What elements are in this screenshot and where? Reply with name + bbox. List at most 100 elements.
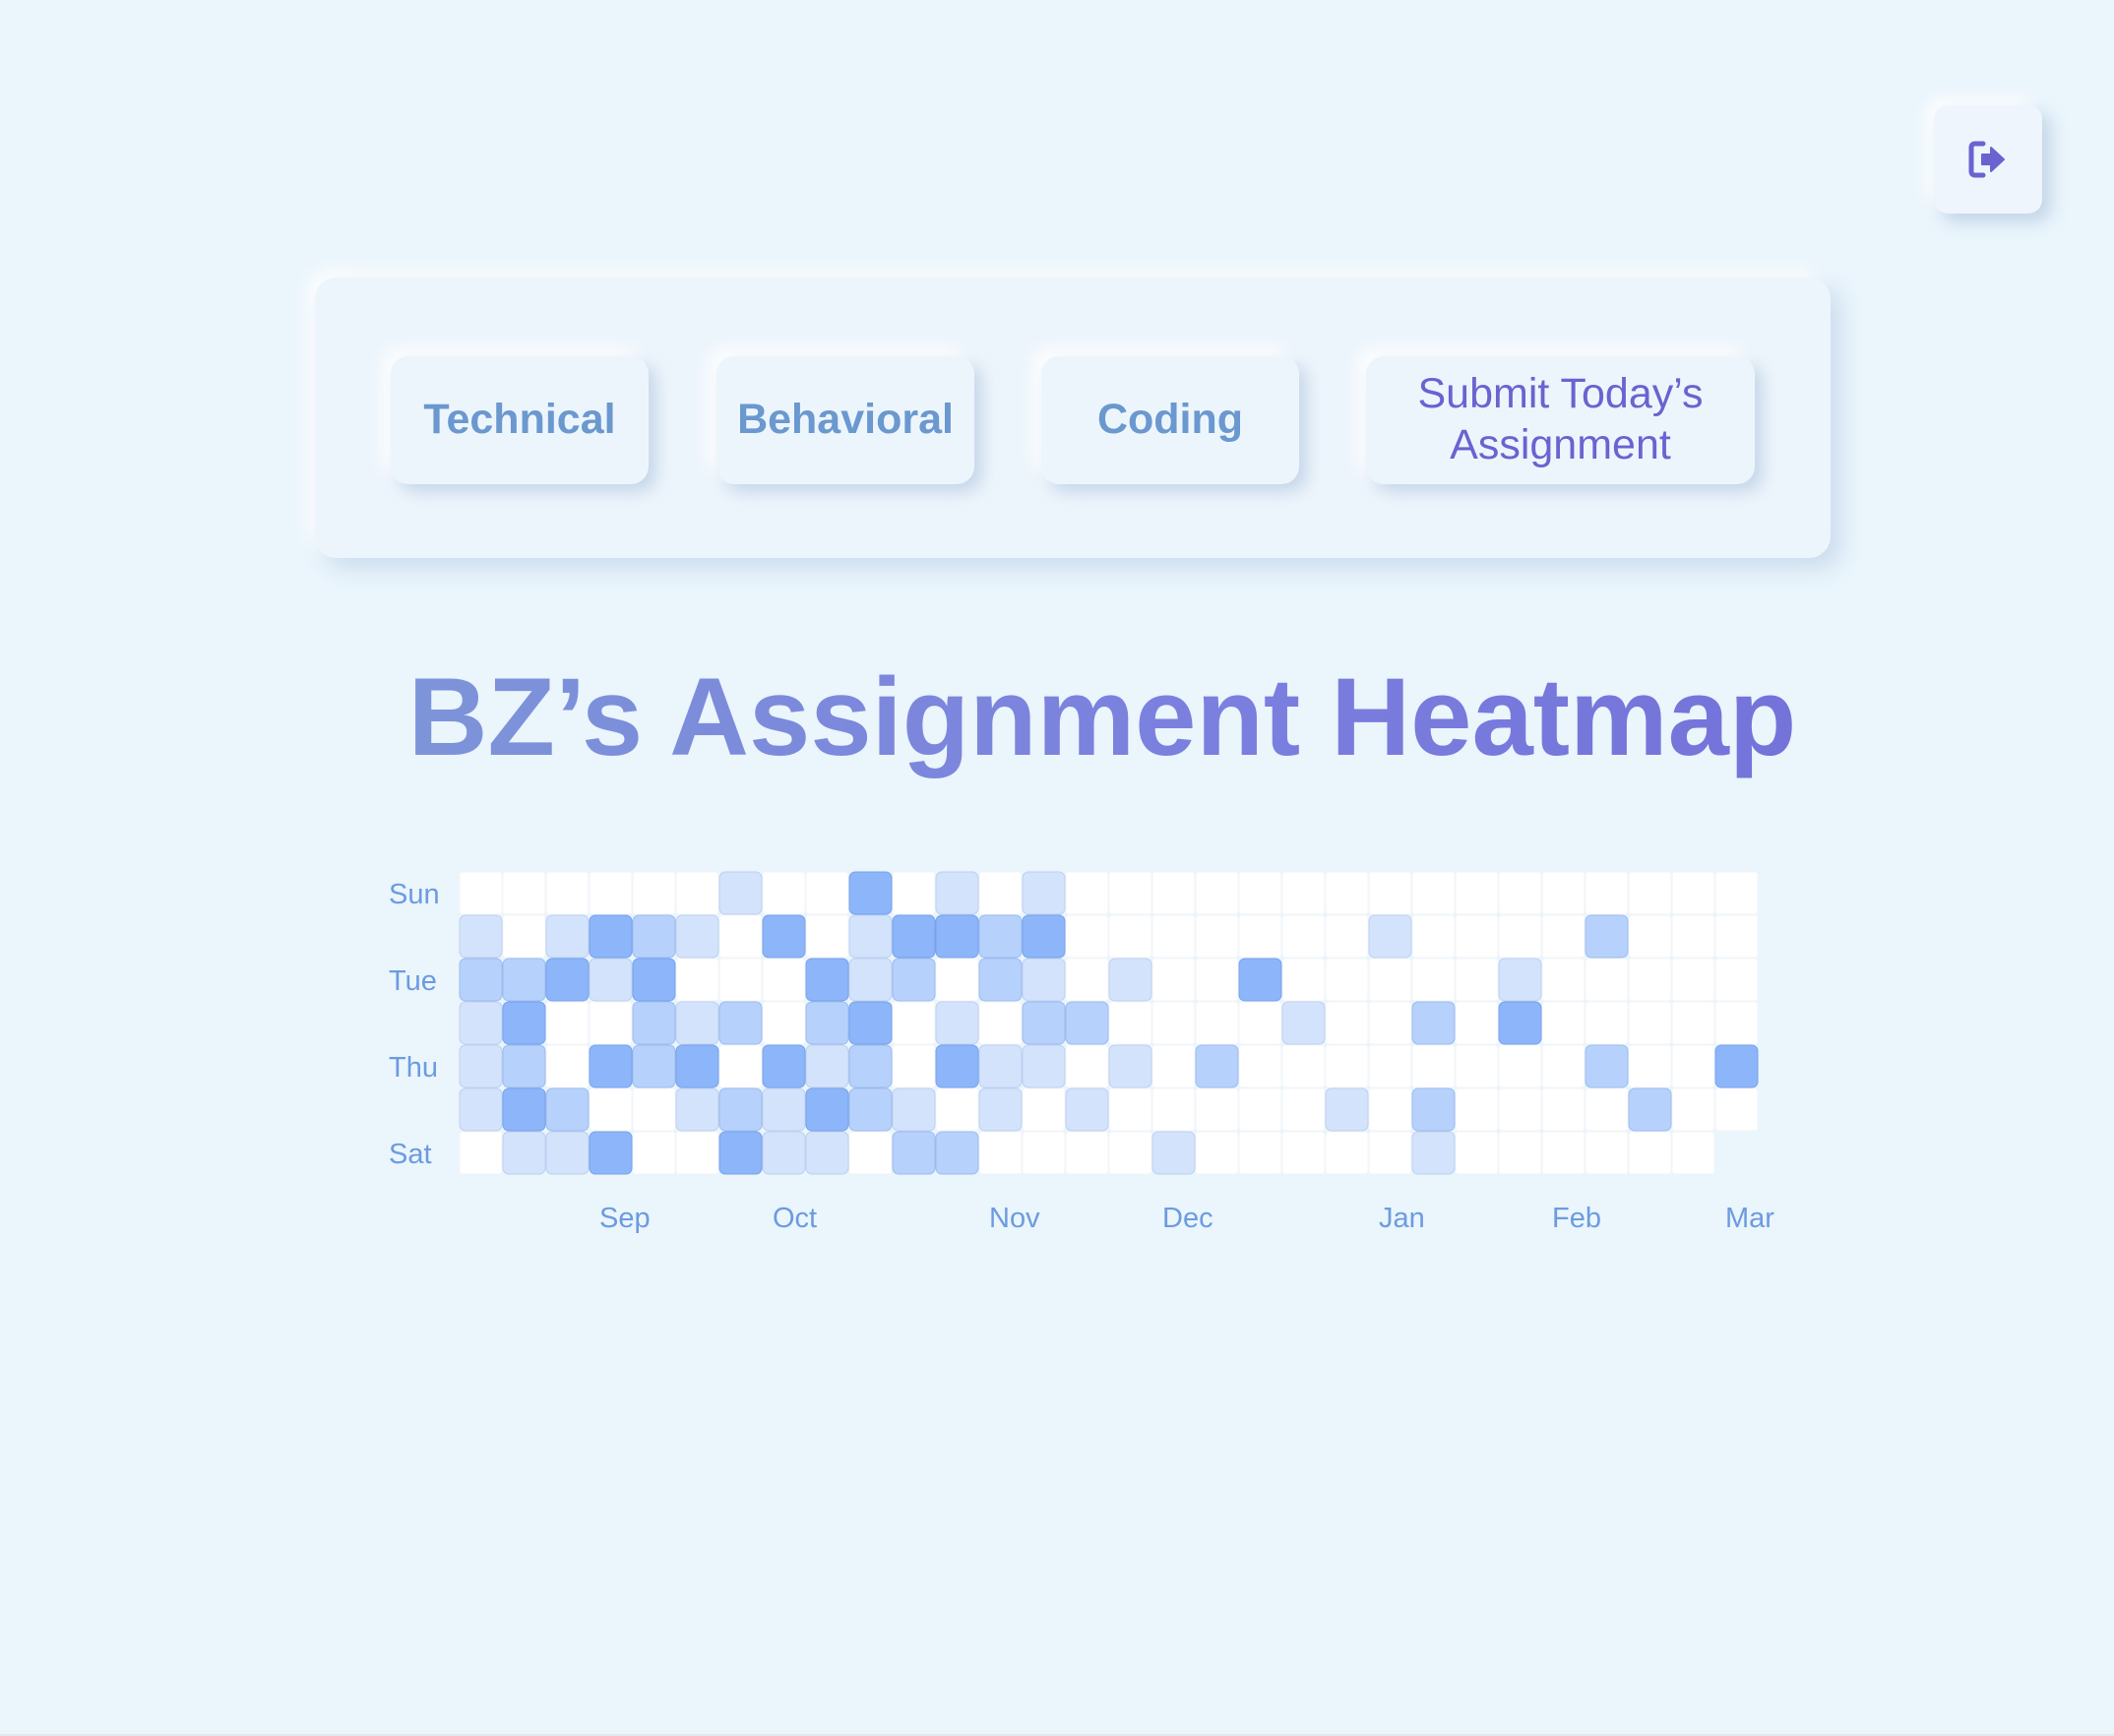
heatmap-cell[interactable] <box>1368 958 1412 1002</box>
heatmap-cell[interactable] <box>1281 1001 1326 1045</box>
heatmap-cell[interactable] <box>1455 1001 1499 1045</box>
heatmap-cell[interactable] <box>1108 1131 1152 1175</box>
heatmap-cell[interactable] <box>1065 914 1109 959</box>
heatmap-cell[interactable] <box>1108 958 1152 1002</box>
heatmap-cell[interactable] <box>1671 871 1715 915</box>
heatmap-cell[interactable] <box>1411 958 1456 1002</box>
heatmap-cell[interactable] <box>632 914 676 959</box>
heatmap-cell[interactable] <box>1151 871 1196 915</box>
heatmap-cell[interactable] <box>1325 1087 1369 1132</box>
heatmap-cell[interactable] <box>1541 1087 1586 1132</box>
heatmap-cell[interactable] <box>1541 871 1586 915</box>
heatmap-cell[interactable] <box>848 914 893 959</box>
heatmap-cell[interactable] <box>1195 1044 1239 1088</box>
heatmap-cell[interactable] <box>848 1044 893 1088</box>
heatmap-cell[interactable] <box>1671 1044 1715 1088</box>
heatmap-cell[interactable] <box>502 871 546 915</box>
heatmap-cell[interactable] <box>762 1087 806 1132</box>
heatmap-cell[interactable] <box>675 1131 719 1175</box>
heatmap-cell[interactable] <box>1368 1001 1412 1045</box>
heatmap-cell[interactable] <box>1455 871 1499 915</box>
heatmap-cell[interactable] <box>502 914 546 959</box>
heatmap-cell[interactable] <box>459 871 503 915</box>
heatmap-cell[interactable] <box>1455 1087 1499 1132</box>
heatmap-cell[interactable] <box>1368 871 1412 915</box>
heatmap-cell[interactable] <box>1022 1087 1066 1132</box>
heatmap-cell[interactable] <box>978 914 1023 959</box>
heatmap-cell[interactable] <box>805 871 849 915</box>
heatmap-cell[interactable] <box>1455 1044 1499 1088</box>
heatmap-cell[interactable] <box>1628 871 1672 915</box>
heatmap-cell[interactable] <box>1628 958 1672 1002</box>
heatmap-cell[interactable] <box>675 871 719 915</box>
heatmap-cell[interactable] <box>935 1131 979 1175</box>
heatmap-cell[interactable] <box>1195 1001 1239 1045</box>
heatmap-cell[interactable] <box>1714 1087 1759 1132</box>
heatmap-cell[interactable] <box>545 871 590 915</box>
heatmap-cell[interactable] <box>978 1044 1023 1088</box>
heatmap-cell[interactable] <box>1541 1044 1586 1088</box>
heatmap-cell[interactable] <box>632 958 676 1002</box>
heatmap-cell[interactable] <box>632 1001 676 1045</box>
heatmap-cell[interactable] <box>502 958 546 1002</box>
heatmap-cell[interactable] <box>1281 871 1326 915</box>
heatmap-cell[interactable] <box>632 1131 676 1175</box>
heatmap-cell[interactable] <box>978 1087 1023 1132</box>
heatmap-cell[interactable] <box>1455 1131 1499 1175</box>
heatmap-cell[interactable] <box>848 1131 893 1175</box>
heatmap-cell[interactable] <box>848 958 893 1002</box>
heatmap-cell[interactable] <box>1325 1001 1369 1045</box>
heatmap-cell[interactable] <box>502 1131 546 1175</box>
heatmap-cell[interactable] <box>1628 914 1672 959</box>
heatmap-cell[interactable] <box>892 958 936 1002</box>
heatmap-cell[interactable] <box>1325 871 1369 915</box>
heatmap-cell[interactable] <box>675 1044 719 1088</box>
heatmap-cell[interactable] <box>1411 871 1456 915</box>
heatmap-cell[interactable] <box>892 871 936 915</box>
heatmap-cell[interactable] <box>1281 1044 1326 1088</box>
heatmap-cell[interactable] <box>1498 1131 1542 1175</box>
heatmap-cell[interactable] <box>1714 1044 1759 1088</box>
heatmap-cell[interactable] <box>1022 1001 1066 1045</box>
heatmap-cell[interactable] <box>459 958 503 1002</box>
heatmap-cell[interactable] <box>1671 958 1715 1002</box>
heatmap-cell[interactable] <box>1238 914 1282 959</box>
heatmap-cell[interactable] <box>1714 958 1759 1002</box>
heatmap-cell[interactable] <box>935 1087 979 1132</box>
heatmap-cell[interactable] <box>545 1044 590 1088</box>
heatmap-cell[interactable] <box>978 1001 1023 1045</box>
heatmap-cell[interactable] <box>1585 914 1629 959</box>
heatmap-cell[interactable] <box>589 914 633 959</box>
heatmap-cell[interactable] <box>1628 1131 1672 1175</box>
heatmap-cell[interactable] <box>1151 1044 1196 1088</box>
heatmap-cell[interactable] <box>1411 914 1456 959</box>
heatmap-cell[interactable] <box>545 958 590 1002</box>
heatmap-cell[interactable] <box>675 1001 719 1045</box>
heatmap-cell[interactable] <box>1628 1044 1672 1088</box>
heatmap-cell[interactable] <box>1411 1087 1456 1132</box>
heatmap-cell[interactable] <box>892 1001 936 1045</box>
heatmap-cell[interactable] <box>1541 1001 1586 1045</box>
heatmap-cell[interactable] <box>1108 1001 1152 1045</box>
heatmap-cell[interactable] <box>718 958 763 1002</box>
heatmap-cell[interactable] <box>1151 1087 1196 1132</box>
heatmap-cell[interactable] <box>589 1131 633 1175</box>
heatmap-cell[interactable] <box>762 1001 806 1045</box>
heatmap-cell[interactable] <box>1281 958 1326 1002</box>
heatmap-cell[interactable] <box>1022 914 1066 959</box>
heatmap-cell[interactable] <box>632 1087 676 1132</box>
heatmap-cell[interactable] <box>805 958 849 1002</box>
heatmap-cell[interactable] <box>805 1001 849 1045</box>
heatmap-cell[interactable] <box>1022 871 1066 915</box>
heatmap-cell[interactable] <box>718 871 763 915</box>
heatmap-cell[interactable] <box>675 958 719 1002</box>
heatmap-cell[interactable] <box>762 958 806 1002</box>
heatmap-cell[interactable] <box>1585 1087 1629 1132</box>
heatmap-cell[interactable] <box>1065 1131 1109 1175</box>
heatmap-cell[interactable] <box>935 1001 979 1045</box>
heatmap-cell[interactable] <box>1671 914 1715 959</box>
heatmap-cell[interactable] <box>1281 1087 1326 1132</box>
heatmap-cell[interactable] <box>1628 1087 1672 1132</box>
heatmap-cell[interactable] <box>675 1087 719 1132</box>
heatmap-cell[interactable] <box>1195 914 1239 959</box>
